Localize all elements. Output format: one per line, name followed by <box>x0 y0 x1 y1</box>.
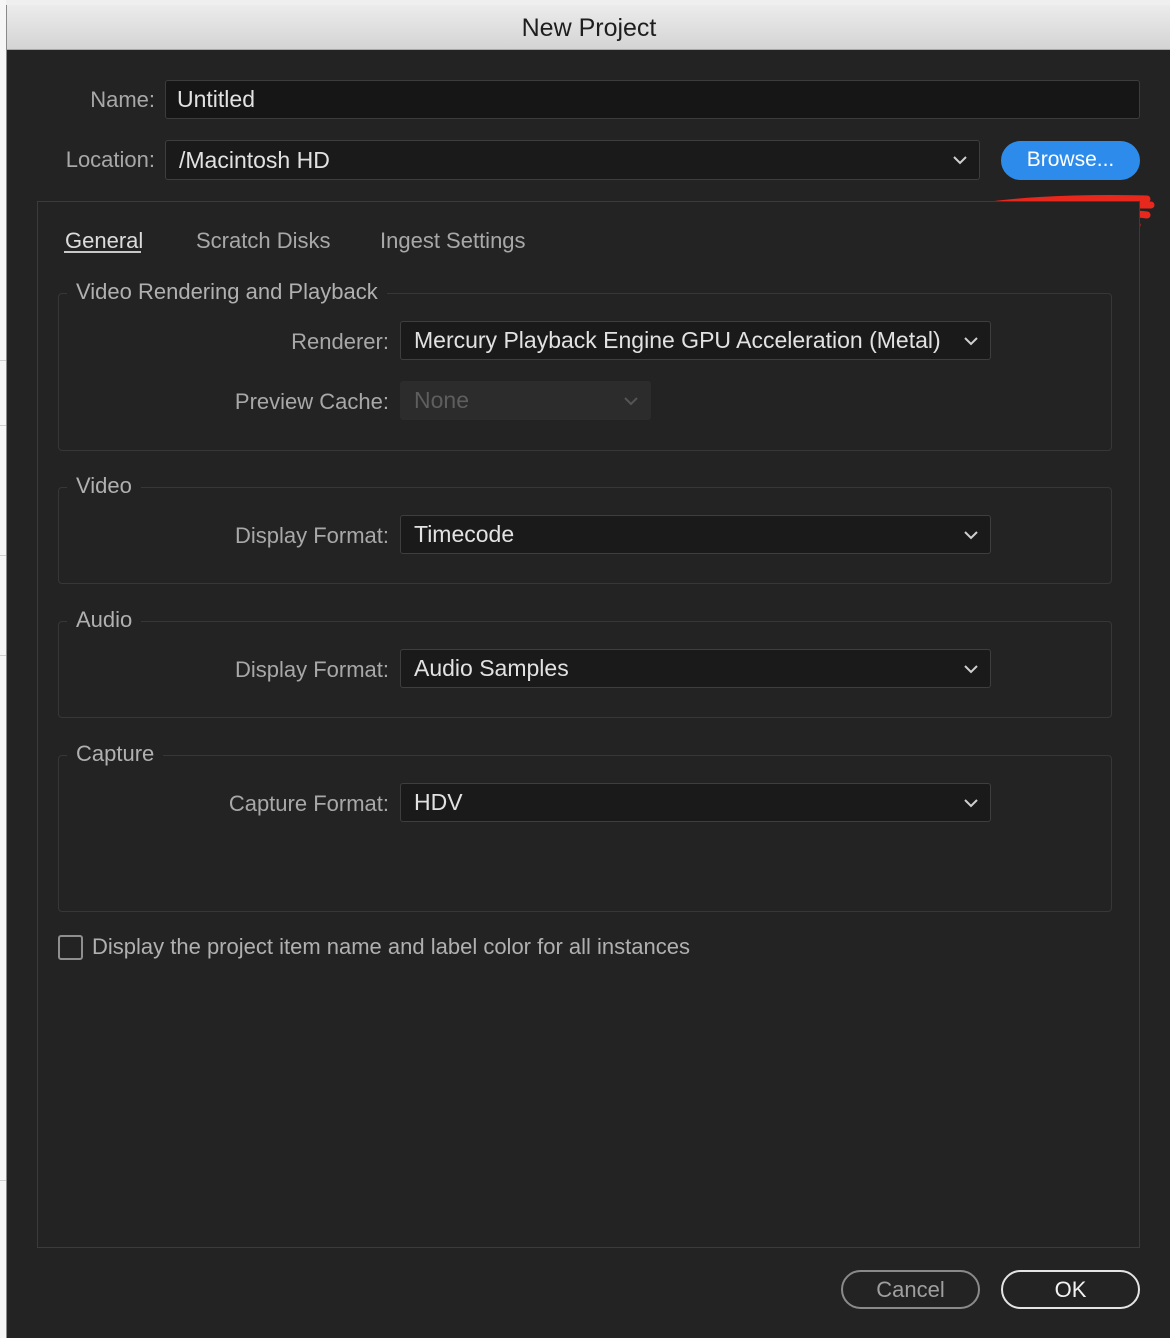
capture-format-label: Capture Format: <box>228 791 389 816</box>
audio-display-format-label: Display Format: <box>234 657 389 682</box>
renderer-select[interactable]: Mercury Playback Engine GPU Acceleration… <box>400 321 991 360</box>
chevron-down-icon <box>963 798 979 808</box>
video-display-format-select[interactable]: Timecode <box>400 515 991 554</box>
project-item-name-checkbox-label: Display the project item name and label … <box>92 934 690 959</box>
active-tab-indicator <box>64 251 141 253</box>
chevron-down-icon <box>963 336 979 346</box>
audio-display-format-select[interactable]: Audio Samples <box>400 649 991 688</box>
cancel-button[interactable]: Cancel <box>841 1270 980 1309</box>
group-audio: Audio Display Format: Audio Samples <box>58 605 1112 718</box>
group-title-video-rendering: Video Rendering and Playback <box>67 277 387 307</box>
chevron-down-icon <box>623 396 639 406</box>
dialog-title: New Project <box>7 5 1170 50</box>
preview-cache-select: None <box>400 381 651 420</box>
capture-format-select[interactable]: HDV <box>400 783 991 822</box>
location-select[interactable]: /Macintosh HD <box>165 140 980 180</box>
tab-ingest-settings[interactable]: Ingest Settings <box>380 228 526 254</box>
renderer-value: Mercury Playback Engine GPU Acceleration… <box>414 327 941 353</box>
preview-cache-label: Preview Cache: <box>234 389 389 414</box>
group-title-video: Video <box>67 471 141 501</box>
project-item-name-checkbox[interactable] <box>58 935 83 960</box>
capture-format-value: HDV <box>414 789 463 815</box>
name-label: Name: <box>90 87 155 112</box>
ok-button[interactable]: OK <box>1001 1270 1140 1309</box>
chevron-down-icon <box>963 530 979 540</box>
chevron-down-icon <box>963 664 979 674</box>
preview-cache-value: None <box>414 387 469 413</box>
location-value: /Macintosh HD <box>179 147 330 173</box>
group-title-audio: Audio <box>67 605 142 635</box>
video-display-format-label: Display Format: <box>234 523 389 548</box>
renderer-label: Renderer: <box>291 329 389 354</box>
new-project-dialog: New Project Name: Untitled Location: /Ma… <box>6 5 1170 1338</box>
audio-display-format-value: Audio Samples <box>414 655 569 681</box>
name-input[interactable]: Untitled <box>165 80 1140 119</box>
location-label: Location: <box>65 147 155 172</box>
group-title-capture: Capture <box>67 739 164 769</box>
chevron-down-icon <box>952 155 968 165</box>
settings-panel: General Scratch Disks Ingest Settings Vi… <box>37 201 1140 1248</box>
video-display-format-value: Timecode <box>414 521 515 547</box>
tab-scratch-disks[interactable]: Scratch Disks <box>196 228 330 254</box>
group-capture: Capture Capture Format: HDV <box>58 739 1112 912</box>
group-video: Video Display Format: Timecode <box>58 471 1112 584</box>
browse-button[interactable]: Browse... <box>1001 141 1140 180</box>
group-video-rendering: Video Rendering and Playback Renderer: M… <box>58 277 1112 451</box>
